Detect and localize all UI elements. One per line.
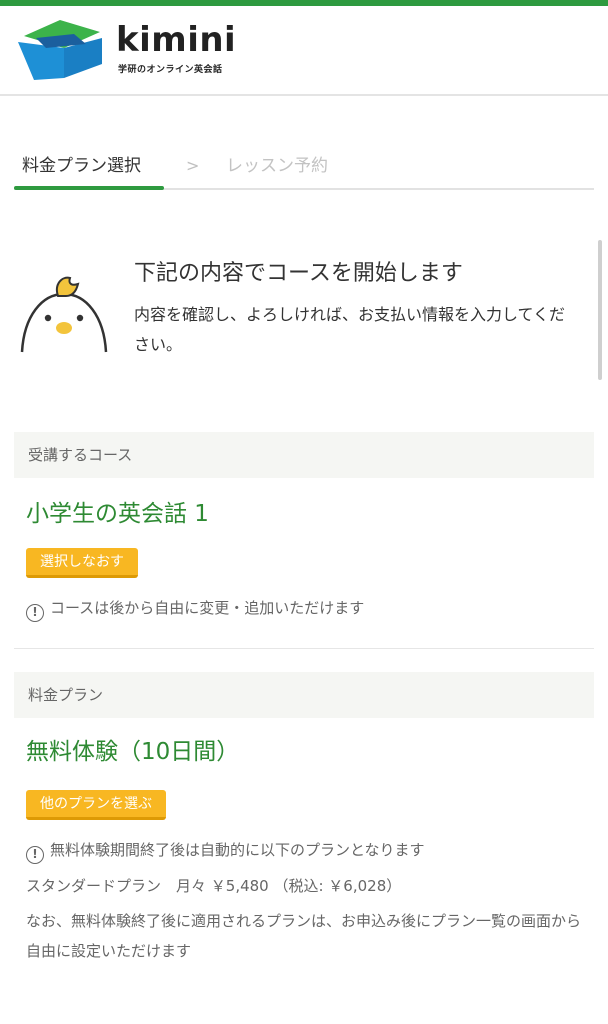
site-header: kimini 学研のオンライン英会話 — [0, 6, 608, 96]
plan-price: スタンダードプラン 月々 ￥5,480 （税込: ￥6,028） — [26, 877, 402, 895]
intro-message: 下記の内容でコースを開始します 内容を確認し、よろしければ、お支払い情報を入力し… — [0, 250, 608, 370]
logo-wordmark[interactable]: kimini — [116, 20, 236, 60]
course-section-label: 受講するコース — [14, 432, 594, 478]
plan-note: ! 無料体験期間終了後は自動的に以下のプランとなります — [26, 838, 425, 864]
section-divider — [14, 648, 594, 649]
step-lesson-booking: レッスン予約 — [226, 156, 328, 176]
plan-detail: なお、無料体験終了後に適用されるプランは、お申込み後にプラン一覧の画面から自由に… — [26, 912, 582, 960]
course-note: ! コースは後から自由に変更・追加いただけます — [26, 596, 364, 622]
scrollbar[interactable] — [598, 240, 602, 380]
info-icon: ! — [26, 604, 44, 622]
plan-name: 無料体験（10日間） — [26, 739, 240, 765]
step-plan-selection: 料金プラン選択 — [22, 156, 141, 176]
course-note-text: コースは後から自由に変更・追加いただけます — [50, 599, 365, 617]
intro-body: 内容を確認し、よろしければ、お支払い情報を入力してください。 — [134, 305, 566, 354]
choose-other-plan-button[interactable]: 他のプランを選ぶ — [26, 790, 166, 820]
logo-tagline: 学研のオンライン英会話 — [118, 65, 223, 75]
chevron-right-icon: > — [186, 156, 200, 175]
info-icon: ! — [26, 846, 44, 864]
course-name: 小学生の英会話 1 — [26, 501, 209, 527]
kimini-logo-icon[interactable] — [16, 16, 106, 82]
reselect-course-button[interactable]: 選択しなおす — [26, 548, 138, 578]
plan-note-text: 無料体験期間終了後は自動的に以下のプランとなります — [50, 841, 425, 859]
progress-steps: 料金プラン選択 > レッスン予約 — [14, 150, 594, 190]
plan-section-label: 料金プラン — [14, 672, 594, 718]
active-step-indicator — [14, 186, 164, 190]
chick-mascot-icon — [20, 276, 108, 353]
intro-title: 下記の内容でコースを開始します — [134, 261, 463, 286]
